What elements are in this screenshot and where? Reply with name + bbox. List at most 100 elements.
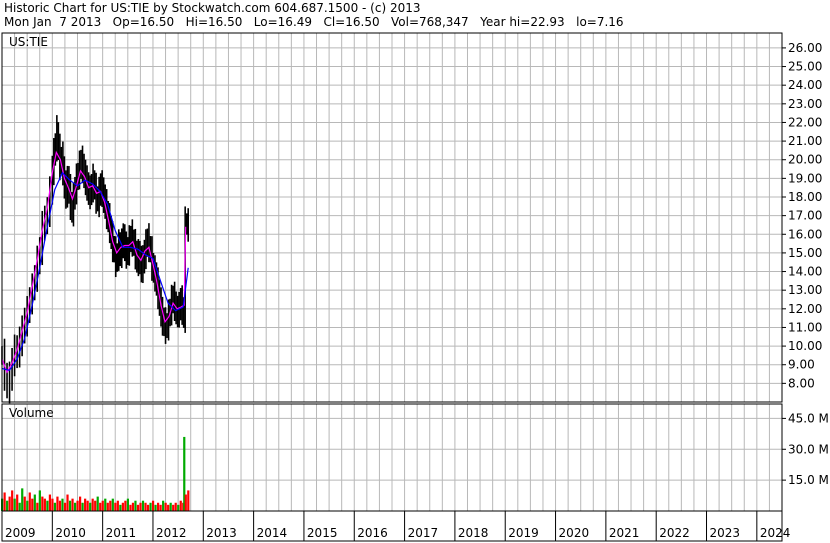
volume-bar [68,500,72,511]
volume-bar [63,502,67,511]
volume-bar [179,500,182,511]
volume-bar [43,498,46,511]
volume-bar [129,504,132,511]
volume-bar [116,500,119,511]
year-tick-label: 2009 [5,526,36,540]
volume-bar [18,502,21,511]
volume-bar [99,502,102,511]
volume-bar [46,500,49,511]
price-tick-label: 17.00 [788,209,822,223]
price-tick-label: 25.00 [788,60,822,74]
volume-bar [11,490,14,511]
price-tick-label: 13.00 [788,283,822,297]
price-tick-label: 11.00 [788,320,822,334]
volume-bar [38,490,41,511]
volume-bar [23,496,26,511]
volume-bar [66,494,69,511]
volume-bar [177,504,180,511]
volume-bar [71,498,74,511]
volume-bar [51,498,54,511]
volume-bar [154,504,157,511]
volume-bar [21,488,24,511]
volume-bar [126,498,130,511]
volume-bar [96,496,99,511]
year-tick-label: 2022 [659,526,690,540]
volume-bar [16,494,19,511]
year-tick-label: 2010 [55,526,86,540]
year-tick-label: 2011 [106,526,137,540]
year-tick-label: 2012 [156,526,187,540]
volume-bar [164,502,167,511]
year-tick-label: 2021 [609,526,640,540]
price-marks [1,115,189,404]
volume-bar [84,498,87,511]
year-tick-label: 2014 [257,526,288,540]
volume-bar [26,500,29,511]
volume-bar [53,502,57,511]
volume-bar [79,496,82,511]
volume-bar [109,500,112,511]
volume-bar [114,502,117,511]
volume-bar [13,498,16,511]
volume-bar [139,502,142,511]
volume-bar [31,498,34,511]
stock-chart: 26.00 25.00 24.00 23.00 22.00 21.00 20.00 19.00… [1,32,829,542]
volume-tick-label: 45.0 M [788,411,829,425]
volume-bar [146,504,150,511]
volume-grid [1,404,786,511]
price-tick-label: 12.00 [788,302,822,316]
volume-bar [149,502,152,511]
volume-tick-label: 30.0 M [788,442,829,456]
volume-bar [157,502,160,511]
volume-bar [159,504,162,511]
volume-bar [174,502,177,511]
year-tick-label: 2019 [508,526,539,540]
year-tick-label: 2015 [307,526,338,540]
volume-bar [136,504,140,511]
volume-bar [134,500,137,511]
volume-bar [172,504,175,511]
axis-labels: 26.00 25.00 24.00 23.00 22.00 21.00 20.00 19.00… [1,41,829,541]
volume-bar [61,498,64,511]
price-tick-label: 10.00 [788,339,822,353]
volume-bar [3,492,6,511]
volume-bar [167,504,170,511]
volume-bar [41,496,44,511]
price-tick-label: 8.00 [788,376,815,390]
volume-bar [119,504,122,511]
volume-bar [56,496,59,511]
volume-tick-label: 15.0 M [788,473,829,487]
year-tick-label: 2024 [760,526,791,540]
year-tick-label: 2018 [458,526,489,540]
volume-bar [187,490,190,511]
volume-bar [73,502,77,511]
price-tick-label: 9.00 [788,358,815,372]
volume-bar [184,494,187,511]
volume-bar [76,500,79,511]
volume-bar [81,502,84,511]
volume-bar [6,500,9,511]
price-tick-label: 15.00 [788,246,822,260]
price-tick-label: 16.00 [788,227,822,241]
volume-bar [36,502,39,511]
year-tick-label: 2023 [710,526,741,540]
volume-panel-label: Volume [9,406,54,420]
volume-marks [1,436,190,511]
price-tick-label: 18.00 [788,190,822,204]
volume-bar [111,498,114,511]
price-grid [1,33,786,402]
volume-bar [104,498,107,511]
volume-bar [58,500,62,511]
volume-bar [169,502,172,511]
volume-bar [131,502,135,511]
volume-bar [94,500,97,511]
year-tick-label: 2016 [357,526,388,540]
volume-bar [48,494,52,511]
year-tick-label: 2013 [206,526,237,540]
volume-bar [141,500,145,511]
volume-bar [151,500,155,511]
price-tick-label: 14.00 [788,265,822,279]
price-tick-label: 21.00 [788,134,822,148]
volume-bar [144,502,147,511]
volume-bar [8,496,11,511]
